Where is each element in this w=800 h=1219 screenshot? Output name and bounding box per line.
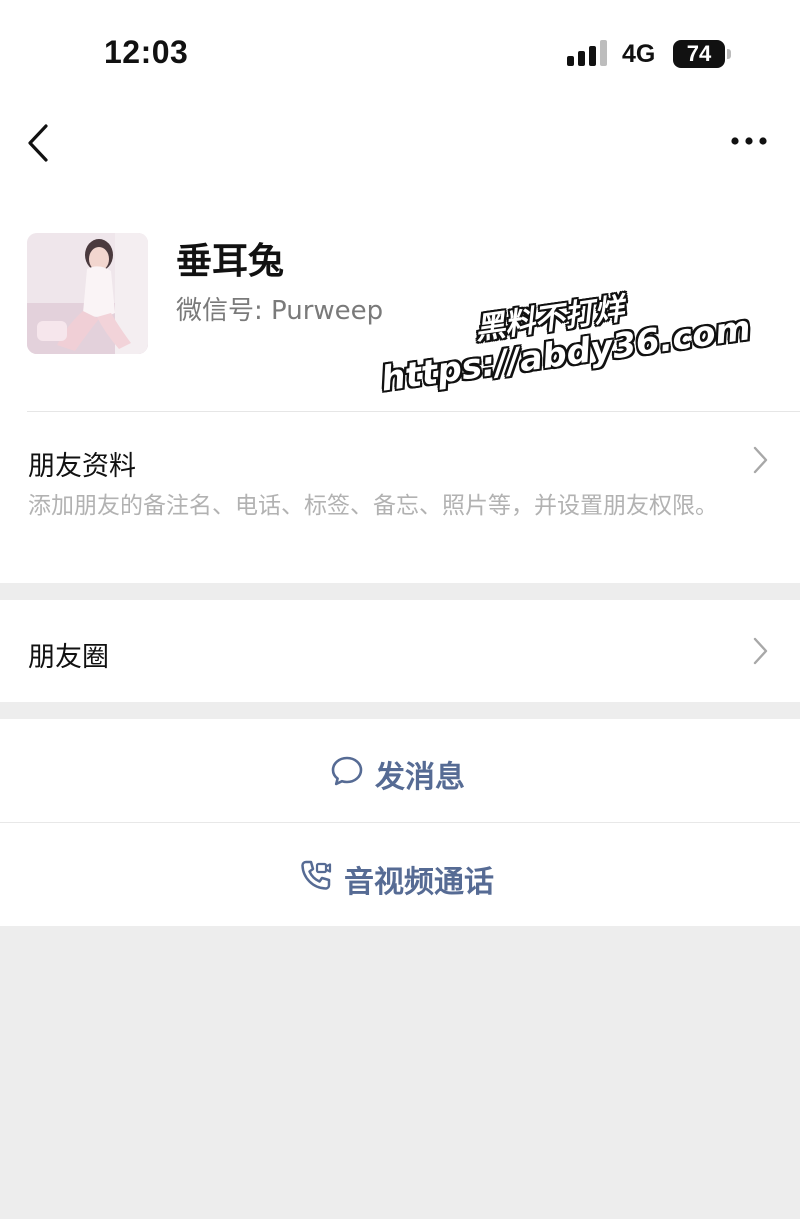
friend-info-description: 添加朋友的备注名、电话、标签、备忘、照片等，并设置朋友权限。 xyxy=(28,493,718,519)
wechat-id: 微信号: Purweep xyxy=(176,296,384,326)
moments-row[interactable] xyxy=(0,600,800,702)
moments-title: 朋友圈 xyxy=(28,642,109,673)
signal-icon xyxy=(567,40,607,66)
video-call-label: 音视频通话 xyxy=(344,865,494,900)
friend-info-title: 朋友资料 xyxy=(28,451,136,482)
avatar[interactable] xyxy=(27,233,148,354)
battery-level: 74 xyxy=(673,40,725,68)
chat-bubble-icon xyxy=(331,756,363,786)
back-button[interactable] xyxy=(22,118,62,168)
contact-name: 垂耳兔 xyxy=(176,241,285,282)
phone-video-icon xyxy=(301,860,332,890)
battery-icon: 74 xyxy=(673,40,731,68)
network-type: 4G xyxy=(622,40,656,68)
avatar-photo xyxy=(27,233,148,354)
more-button[interactable] xyxy=(726,124,772,158)
chevron-right-icon xyxy=(753,446,768,474)
battery-nub xyxy=(727,49,731,59)
chevron-left-icon xyxy=(28,124,48,162)
send-message-label: 发消息 xyxy=(375,760,465,795)
status-time: 12:03 xyxy=(104,34,189,70)
chevron-right-icon xyxy=(753,637,768,665)
more-icon xyxy=(731,137,767,145)
